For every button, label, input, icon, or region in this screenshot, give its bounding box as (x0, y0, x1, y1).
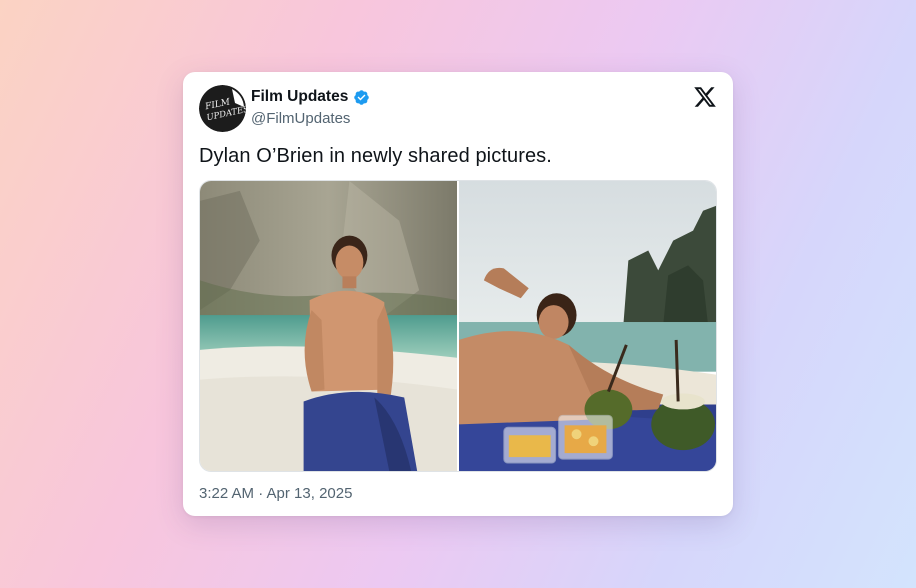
tweet-card: FILM UPDATES Film Updates @FilmUpdates D… (183, 72, 733, 516)
x-logo-icon[interactable] (693, 85, 717, 109)
tweet-media (199, 180, 717, 472)
tweet-timestamp[interactable]: 3:22 AM · Apr 13, 2025 (199, 485, 352, 502)
tweet-text: Dylan O’Brien in newly shared pictures. (199, 145, 552, 167)
beach-cliff-photo-icon[interactable] (200, 181, 457, 471)
film-updates-logo-icon: FILM UPDATES (199, 85, 246, 132)
display-name-text[interactable]: Film Updates (251, 88, 348, 106)
beach-picnic-photo-icon[interactable] (459, 181, 716, 471)
display-name[interactable]: Film Updates (251, 88, 370, 106)
avatar[interactable]: FILM UPDATES (199, 85, 246, 132)
verified-badge-icon (354, 89, 370, 105)
author-handle[interactable]: @FilmUpdates (251, 110, 350, 127)
